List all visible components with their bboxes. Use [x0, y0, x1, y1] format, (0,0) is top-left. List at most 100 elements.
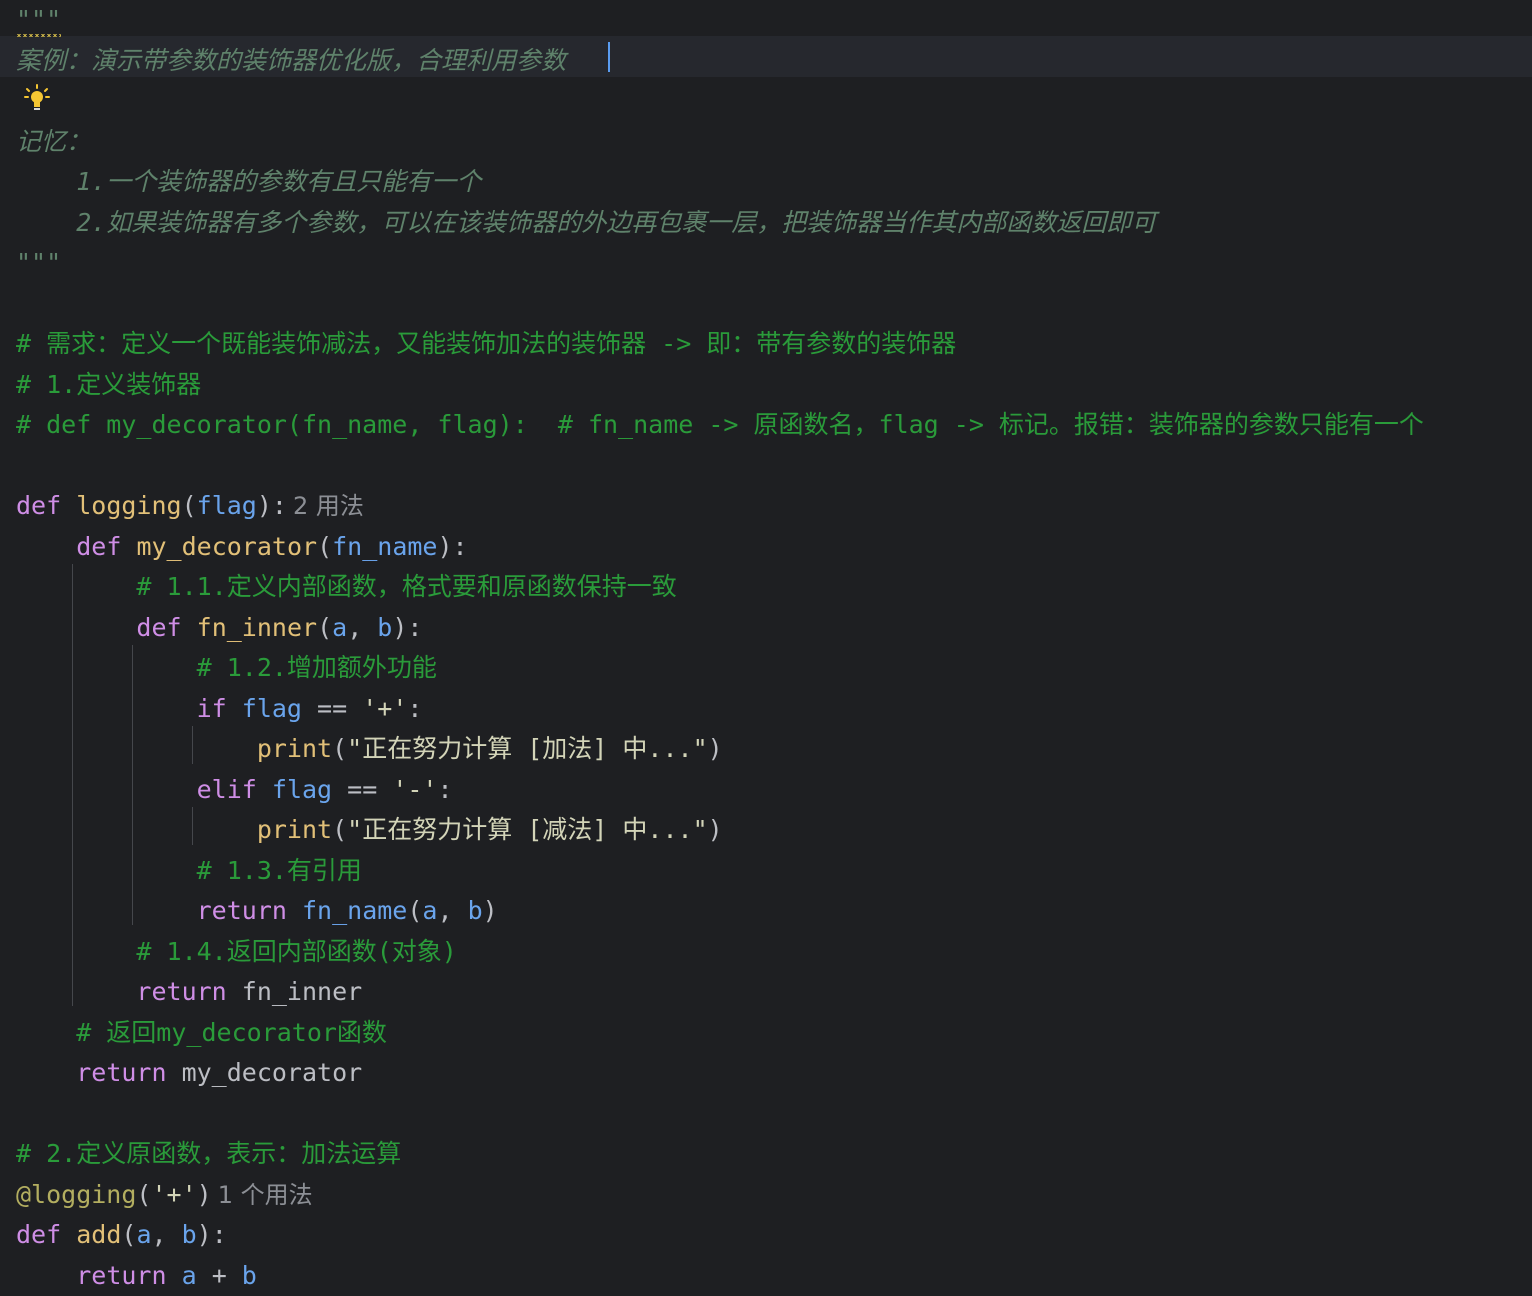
code-token: return [76, 1058, 182, 1087]
code-token: """ [16, 0, 62, 41]
code-token: : [437, 774, 453, 804]
code-token: def [16, 1220, 77, 1249]
code-token: ( [136, 1179, 152, 1209]
code-token: fn_inner [241, 977, 363, 1006]
code-token: def [76, 531, 137, 561]
code-token: fn_name [301, 896, 408, 925]
code-token: ): [196, 1220, 227, 1249]
code-token: # 返回my_decorator函数 [16, 1017, 387, 1047]
code-token: ( [407, 896, 423, 925]
code-token: a [136, 1220, 152, 1249]
code-token: # 1.4.返回内部函数(对象) [16, 936, 457, 966]
code-line: return my_decorator [16, 1053, 362, 1094]
code-token: b [181, 1220, 197, 1249]
code-token: def [136, 612, 197, 642]
text-caret [608, 42, 610, 72]
code-token: ): [392, 612, 423, 642]
code-token: ( [317, 531, 333, 561]
code-line: # def my_decorator(fn_name, flag): # fn_… [16, 405, 1424, 446]
code-token: , [347, 612, 378, 642]
code-token: print [256, 734, 333, 763]
code-line: # 1.2.增加额外功能 [16, 648, 437, 689]
code-line: def add(a, b): [16, 1215, 227, 1256]
code-token: : [407, 693, 423, 723]
code-token: b [377, 612, 393, 642]
code-line: @logging('+') 1 个用法 [16, 1175, 313, 1216]
code-line: # 需求：定义一个既能装饰减法，又能装饰加法的装饰器 -> 即：带有参数的装饰器 [16, 324, 956, 365]
usage-hint[interactable]: 2 用法 [293, 492, 364, 520]
code-token: elif [196, 774, 272, 804]
code-token: # 1.2.增加额外功能 [16, 653, 437, 682]
code-line: # 1.定义装饰器 [16, 365, 201, 406]
code-token: ) [196, 1179, 212, 1209]
lightbulb-icon[interactable] [24, 84, 50, 112]
code-line: # 1.1.定义内部函数，格式要和原函数保持一致 [16, 567, 677, 608]
code-token: fn_inner [196, 612, 318, 642]
code-token: print [256, 815, 333, 844]
code-token: fn_name [332, 531, 438, 561]
code-line: # 1.3.有引用 [16, 851, 362, 892]
code-token: == [332, 774, 393, 804]
code-line: # 2.定义原函数，表示：加法运算 [16, 1134, 401, 1175]
code-token: return [136, 977, 242, 1006]
code-token: 2.如果装饰器有多个参数，可以在该装饰器的外边再包裹一层，把装饰器当作其内部函数… [16, 207, 1157, 237]
code-token: # 1.3.有引用 [16, 855, 362, 885]
code-token: # 1.1.定义内部函数，格式要和原函数保持一致 [16, 572, 677, 601]
code-token: b [241, 1260, 257, 1290]
code-token: ( [332, 815, 348, 844]
code-token: ) [482, 896, 498, 925]
code-token: flag [241, 693, 302, 723]
code-token: '+' [151, 1179, 197, 1209]
code-line: 记忆： [16, 122, 91, 163]
code-token: add [76, 1220, 122, 1249]
code-token: """ [16, 248, 62, 277]
code-token: a [332, 612, 348, 642]
code-line: return fn_name(a, b) [16, 891, 498, 932]
code-token: , [437, 896, 468, 925]
code-token: my_decorator [136, 531, 318, 561]
code-line: if flag == '+': [16, 689, 423, 730]
code-token: return [76, 1260, 182, 1290]
code-line: print("正在努力计算 [加法] 中...") [16, 729, 723, 770]
code-line: 2.如果装饰器有多个参数，可以在该装饰器的外边再包裹一层，把装饰器当作其内部函数… [16, 203, 1156, 244]
code-line: print("正在努力计算 [减法] 中...") [16, 810, 723, 851]
code-token: logging [76, 491, 182, 520]
code-token: '+' [362, 693, 408, 723]
code-token: # def my_decorator(fn_name, flag): # fn_… [16, 410, 1424, 439]
code-editor[interactable]: """ 案例：演示带参数的装饰器优化版，合理利用参数 记忆： 1.一个装饰器的参数有… [0, 0, 1532, 1296]
code-token: flag [271, 774, 333, 804]
code-token: == [302, 693, 363, 723]
code-line: def fn_inner(a, b): [16, 608, 422, 649]
code-token: ) [707, 734, 723, 763]
code-line: def logging(flag): 2 用法 [16, 486, 364, 527]
code-token: + [196, 1260, 242, 1290]
code-token: b [467, 896, 483, 925]
code-token: # 1.定义装饰器 [16, 369, 202, 399]
usage-hint[interactable]: 1 个用法 [218, 1181, 313, 1209]
code-token: 记忆： [16, 126, 92, 156]
code-line: return a + b [16, 1256, 257, 1296]
code-token: return [196, 896, 302, 925]
code-token: ): [256, 491, 287, 520]
code-token: my_decorator [181, 1058, 363, 1087]
code-line: """ [16, 0, 62, 41]
code-token: "正在努力计算 [减法] 中..." [347, 815, 708, 844]
code-line: """ [16, 243, 61, 284]
code-token: # 2.定义原函数，表示：加法运算 [16, 1139, 402, 1168]
code-token: flag [196, 491, 257, 520]
code-line: 1.一个装饰器的参数有且只能有一个 [16, 162, 481, 203]
code-line: # 1.4.返回内部函数(对象) [16, 932, 457, 973]
code-token: ( [332, 734, 348, 763]
code-token: ( [181, 491, 197, 520]
code-token: @logging [16, 1179, 137, 1209]
code-line: # 返回my_decorator函数 [16, 1013, 387, 1054]
code-token: a [181, 1260, 197, 1290]
code-token: ) [707, 815, 723, 844]
